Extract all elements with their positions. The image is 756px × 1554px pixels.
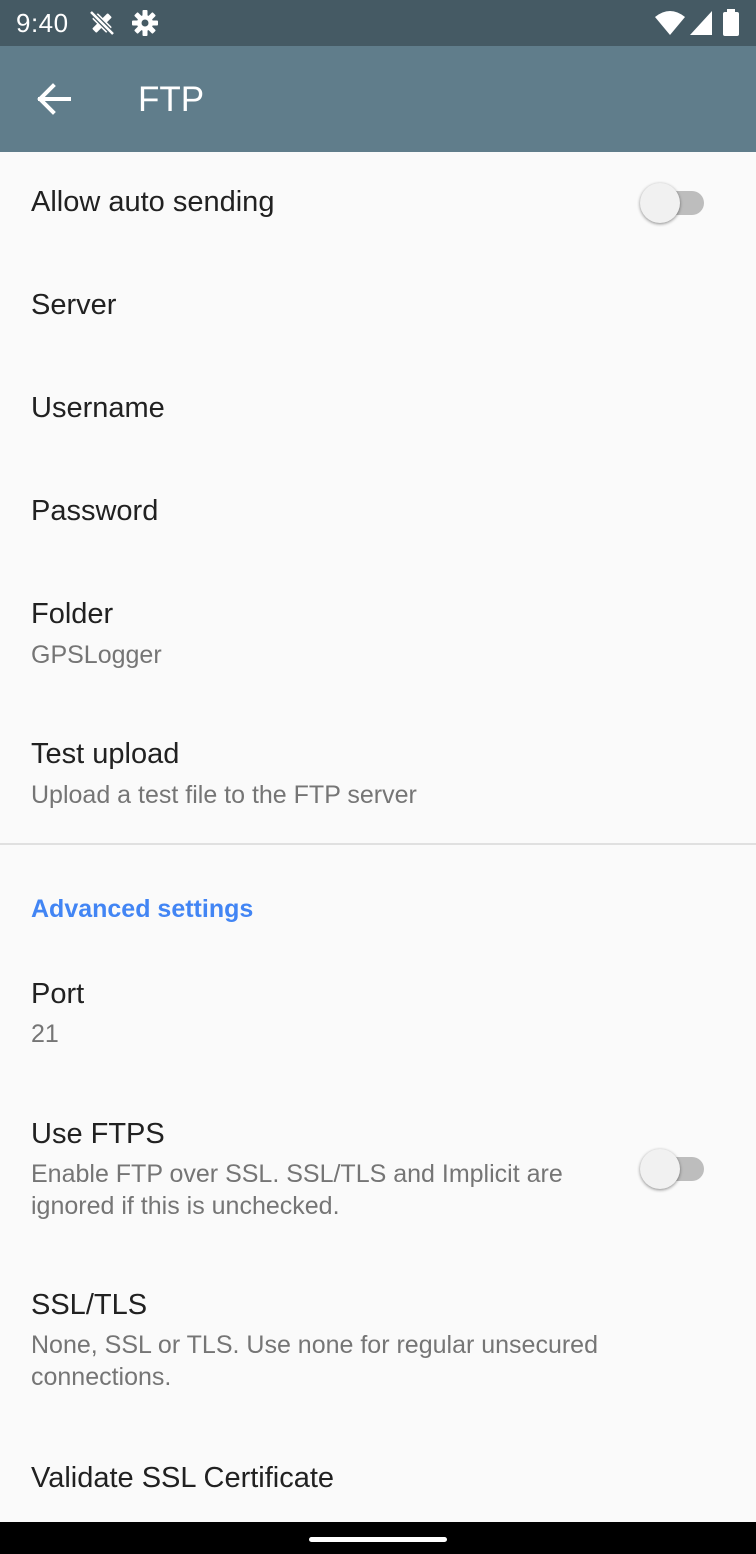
- pref-ssl-tls[interactable]: SSL/TLS None, SSL or TLS. Use none for r…: [0, 1256, 756, 1427]
- pref-summary: GPSLogger: [31, 641, 162, 669]
- pref-title: Username: [31, 392, 165, 424]
- status-bar: 9:40: [0, 0, 756, 46]
- pref-summary: Upload a test file to the FTP server: [31, 781, 417, 809]
- switch-thumb: [640, 183, 680, 223]
- use-ftps-switch[interactable]: [640, 1149, 706, 1189]
- pref-summary: None, SSL or TLS. Use none for regular u…: [31, 1331, 598, 1391]
- wifi-icon: [654, 9, 686, 42]
- pref-title: Test upload: [31, 738, 180, 770]
- pref-validate-ssl[interactable]: Validate SSL Certificate: [0, 1427, 756, 1522]
- pref-summary: Enable FTP over SSL. SSL/TLS and Implici…: [31, 1160, 563, 1220]
- pref-title: Use FTPS: [31, 1118, 165, 1150]
- divider: [0, 843, 756, 845]
- pref-title: SSL/TLS: [31, 1289, 148, 1321]
- pref-test-upload[interactable]: Test upload Upload a test file to the FT…: [0, 704, 756, 843]
- pref-username[interactable]: Username: [0, 358, 756, 461]
- navigation-bar: [0, 1522, 756, 1554]
- satellite-off-icon: [88, 9, 116, 42]
- battery-icon: [722, 9, 740, 42]
- pref-title: Password: [31, 495, 159, 527]
- pref-title: Server: [31, 289, 117, 321]
- preference-list[interactable]: Allow auto sending Server Username Passw…: [0, 152, 756, 1522]
- page-title: FTP: [138, 80, 205, 119]
- arrow-back-icon: [37, 83, 71, 115]
- cell-signal-icon: [688, 9, 714, 42]
- pref-summary: 21: [31, 1020, 59, 1048]
- pref-allow-auto-sending[interactable]: Allow auto sending: [0, 152, 756, 255]
- pref-title: Folder: [31, 598, 114, 630]
- pref-use-ftps[interactable]: Use FTPS Enable FTP over SSL. SSL/TLS an…: [0, 1085, 756, 1256]
- pref-server[interactable]: Server: [0, 255, 756, 358]
- pref-title: Allow auto sending: [31, 186, 275, 218]
- switch-thumb: [640, 1149, 680, 1189]
- pref-title: Validate SSL Certificate: [31, 1462, 335, 1494]
- back-button[interactable]: [24, 69, 84, 129]
- pref-password[interactable]: Password: [0, 461, 756, 564]
- home-gesture-handle[interactable]: [309, 1537, 447, 1542]
- pref-folder[interactable]: Folder GPSLogger: [0, 564, 756, 704]
- pref-port[interactable]: Port 21: [0, 945, 756, 1085]
- status-time: 9:40: [16, 8, 69, 38]
- category-header: Advanced settings: [31, 895, 254, 923]
- app-bar: FTP: [0, 46, 756, 152]
- settings-icon: [131, 9, 159, 42]
- pref-title: Port: [31, 978, 85, 1010]
- allow-auto-sending-switch[interactable]: [640, 183, 706, 223]
